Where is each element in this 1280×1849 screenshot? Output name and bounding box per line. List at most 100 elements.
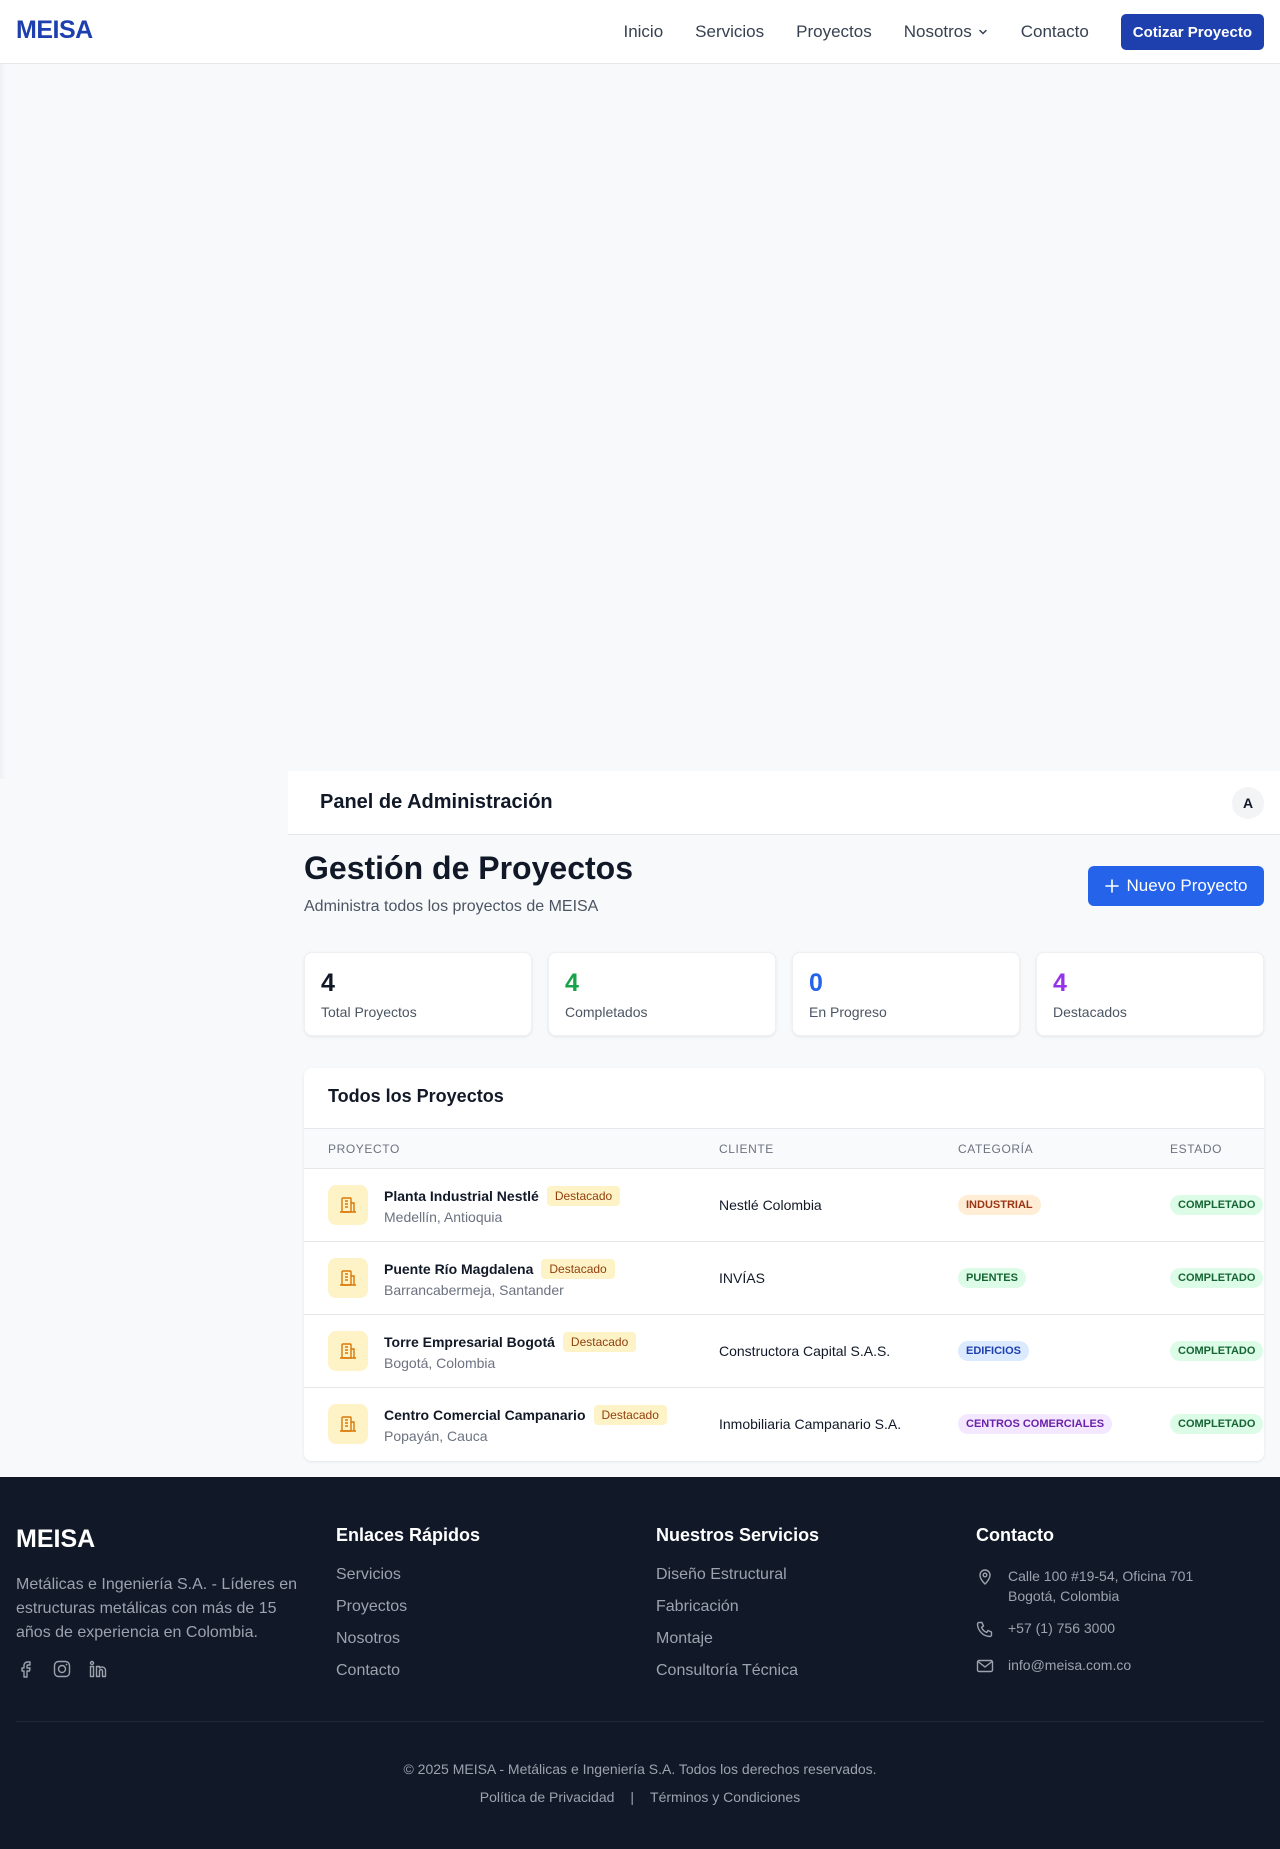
featured-badge: Destacado [593, 1405, 667, 1425]
legal-separator: | [630, 1789, 635, 1805]
email-address[interactable]: info@meisa.com.co [1008, 1655, 1131, 1680]
project-location: Popayán, Cauca [384, 1428, 488, 1444]
building-icon [328, 1185, 368, 1225]
column-header-category: CATEGORÍA [958, 1142, 1034, 1156]
client-name: Constructora Capital S.A.S. [719, 1343, 891, 1359]
address-line: Calle 100 #19-54, Oficina 701 [1008, 1568, 1194, 1584]
project-location: Medellín, Antioquia [384, 1209, 503, 1225]
contact-phone: +57 (1) 756 3000 [976, 1618, 1266, 1643]
status-badge: COMPLETADO [1170, 1341, 1264, 1361]
table-row[interactable]: Torre Empresarial Bogotá Destacado Bogotá… [304, 1315, 1264, 1388]
social-links [16, 1659, 124, 1679]
footer-column-title: Nuestros Servicios [656, 1525, 820, 1545]
phone-number[interactable]: +57 (1) 756 3000 [1008, 1618, 1115, 1643]
building-icon [328, 1258, 368, 1298]
column-header-client: CLIENTE [719, 1142, 774, 1156]
nav-link-nosotros[interactable]: Nosotros [904, 22, 989, 42]
new-project-label: Nuevo Proyecto [1126, 876, 1248, 895]
footer-column-title: Contacto [976, 1525, 1054, 1545]
stats-row: 4 Total Proyectos 4 Completados 0 En Pro… [304, 952, 1264, 1036]
table-row[interactable]: Planta Industrial Nestlé Destacado Medell… [304, 1169, 1264, 1242]
chevron-down-icon [979, 29, 987, 35]
plus-icon [1104, 879, 1119, 893]
stat-label: En Progreso [809, 1004, 887, 1020]
stat-value: 4 [565, 969, 579, 997]
table-title: Todos los Proyectos [328, 1086, 504, 1106]
status-badge: COMPLETADO [1170, 1195, 1264, 1215]
stat-label: Total Proyectos [321, 1004, 417, 1020]
stat-label: Destacados [1053, 1004, 1127, 1020]
category-badge: INDUSTRIAL [958, 1195, 1041, 1215]
stat-value: 0 [809, 969, 823, 997]
site-logo[interactable]: MEISA [16, 16, 93, 45]
footer-services: Nuestros Servicios Diseño Estructural Fa… [656, 1525, 819, 1694]
footer-link-servicios[interactable]: Servicios [336, 1566, 480, 1598]
stat-value: 4 [1053, 969, 1067, 997]
facebook-icon[interactable] [16, 1659, 36, 1679]
category-badge: PUENTES [958, 1268, 1026, 1288]
mail-icon [976, 1655, 1008, 1680]
address-line: Bogotá, Colombia [1008, 1588, 1120, 1604]
footer-service-link[interactable]: Diseño Estructural [656, 1566, 819, 1598]
contact-address: Calle 100 #19-54, Oficina 701 Bogotá, Col… [976, 1566, 1266, 1606]
nav-link-nosotros-label: Nosotros [903, 22, 972, 41]
hero-placeholder [0, 64, 6, 779]
stat-label: Completados [565, 1004, 648, 1020]
featured-badge: Destacado [562, 1332, 637, 1352]
footer-service-link[interactable]: Consultoría Técnica [656, 1662, 819, 1694]
contact-email: info@meisa.com.co [976, 1655, 1266, 1680]
stat-card-total: 4 Total Proyectos [304, 952, 532, 1036]
project-name: Planta Industrial Nestlé [384, 1188, 539, 1204]
nav-link-proyectos[interactable]: Proyectos [796, 22, 872, 42]
footer-service-link[interactable]: Fabricación [656, 1598, 819, 1630]
projects-table-card: Todos los Proyectos PROYECTO CLIENTE CAT… [304, 1068, 1264, 1461]
nav-link-inicio[interactable]: Inicio [623, 22, 663, 42]
nav-links: Inicio Servicios Proyectos Nosotros Cont… [623, 0, 1264, 64]
status-badge: COMPLETADO [1170, 1414, 1264, 1434]
footer-divider [16, 1721, 1264, 1722]
footer-link-proyectos[interactable]: Proyectos [336, 1598, 480, 1630]
legal-links: Política de Privacidad | Términos y Cond… [0, 1789, 1280, 1805]
project-location: Bogotá, Colombia [384, 1355, 496, 1371]
nav-link-contacto[interactable]: Contacto [1021, 22, 1089, 42]
stat-value: 4 [321, 969, 335, 997]
avatar[interactable]: A [1232, 787, 1264, 819]
instagram-icon[interactable] [52, 1659, 72, 1679]
featured-badge: Destacado [546, 1186, 621, 1206]
footer-quick-links: Enlaces Rápidos Servicios Proyectos Noso… [336, 1525, 480, 1694]
footer-description: Metálicas e Ingeniería S.A. - Líderes en… [16, 1576, 298, 1641]
building-icon [328, 1404, 368, 1444]
table-row[interactable]: Centro Comercial Campanario Destacado Pop… [304, 1388, 1264, 1461]
footer-service-link[interactable]: Montaje [656, 1630, 819, 1662]
footer-link-contacto[interactable]: Contacto [336, 1662, 480, 1694]
nav-link-servicios[interactable]: Servicios [695, 22, 764, 42]
column-header-status: ESTADO [1170, 1142, 1223, 1156]
new-project-button[interactable]: Nuevo Proyecto [1088, 866, 1264, 906]
stat-card-in-progress: 0 En Progreso [792, 952, 1020, 1036]
footer-link-nosotros[interactable]: Nosotros [336, 1630, 480, 1662]
page-title: Gestión de Proyectos [304, 850, 633, 886]
stat-card-completed: 4 Completados [548, 952, 776, 1036]
admin-header: Panel de Administración A [288, 771, 1280, 835]
column-header-project: PROYECTO [328, 1142, 400, 1156]
map-pin-icon [976, 1566, 1008, 1606]
site-footer: MEISA Metálicas e Ingeniería S.A. - Líde… [0, 1477, 1280, 1849]
client-name: INVÍAS [719, 1270, 765, 1286]
project-name: Torre Empresarial Bogotá [384, 1334, 555, 1350]
client-name: Inmobiliaria Campanario S.A. [719, 1416, 902, 1432]
project-name: Centro Comercial Campanario [384, 1407, 586, 1423]
terms-link[interactable]: Términos y Condiciones [650, 1789, 800, 1805]
footer-logo: MEISA [16, 1525, 96, 1553]
stat-card-featured: 4 Destacados [1036, 952, 1264, 1036]
category-badge: EDIFICIOS [958, 1341, 1030, 1361]
project-name: Puente Río Magdalena [384, 1261, 534, 1277]
table-row[interactable]: Puente Río Magdalena Destacado Barrancabe… [304, 1242, 1264, 1315]
privacy-link[interactable]: Política de Privacidad [480, 1789, 615, 1805]
project-location: Barrancabermeja, Santander [384, 1282, 564, 1298]
top-navbar: MEISA Inicio Servicios Proyectos Nosotro… [0, 0, 1280, 64]
status-badge: COMPLETADO [1170, 1268, 1264, 1288]
phone-icon [976, 1618, 1008, 1643]
quote-project-button[interactable]: Cotizar Proyecto [1120, 14, 1264, 50]
footer-contact: Contacto Calle 100 #19-54, Oficina 701 Bo… [976, 1525, 1266, 1692]
linkedin-icon[interactable] [88, 1659, 108, 1679]
